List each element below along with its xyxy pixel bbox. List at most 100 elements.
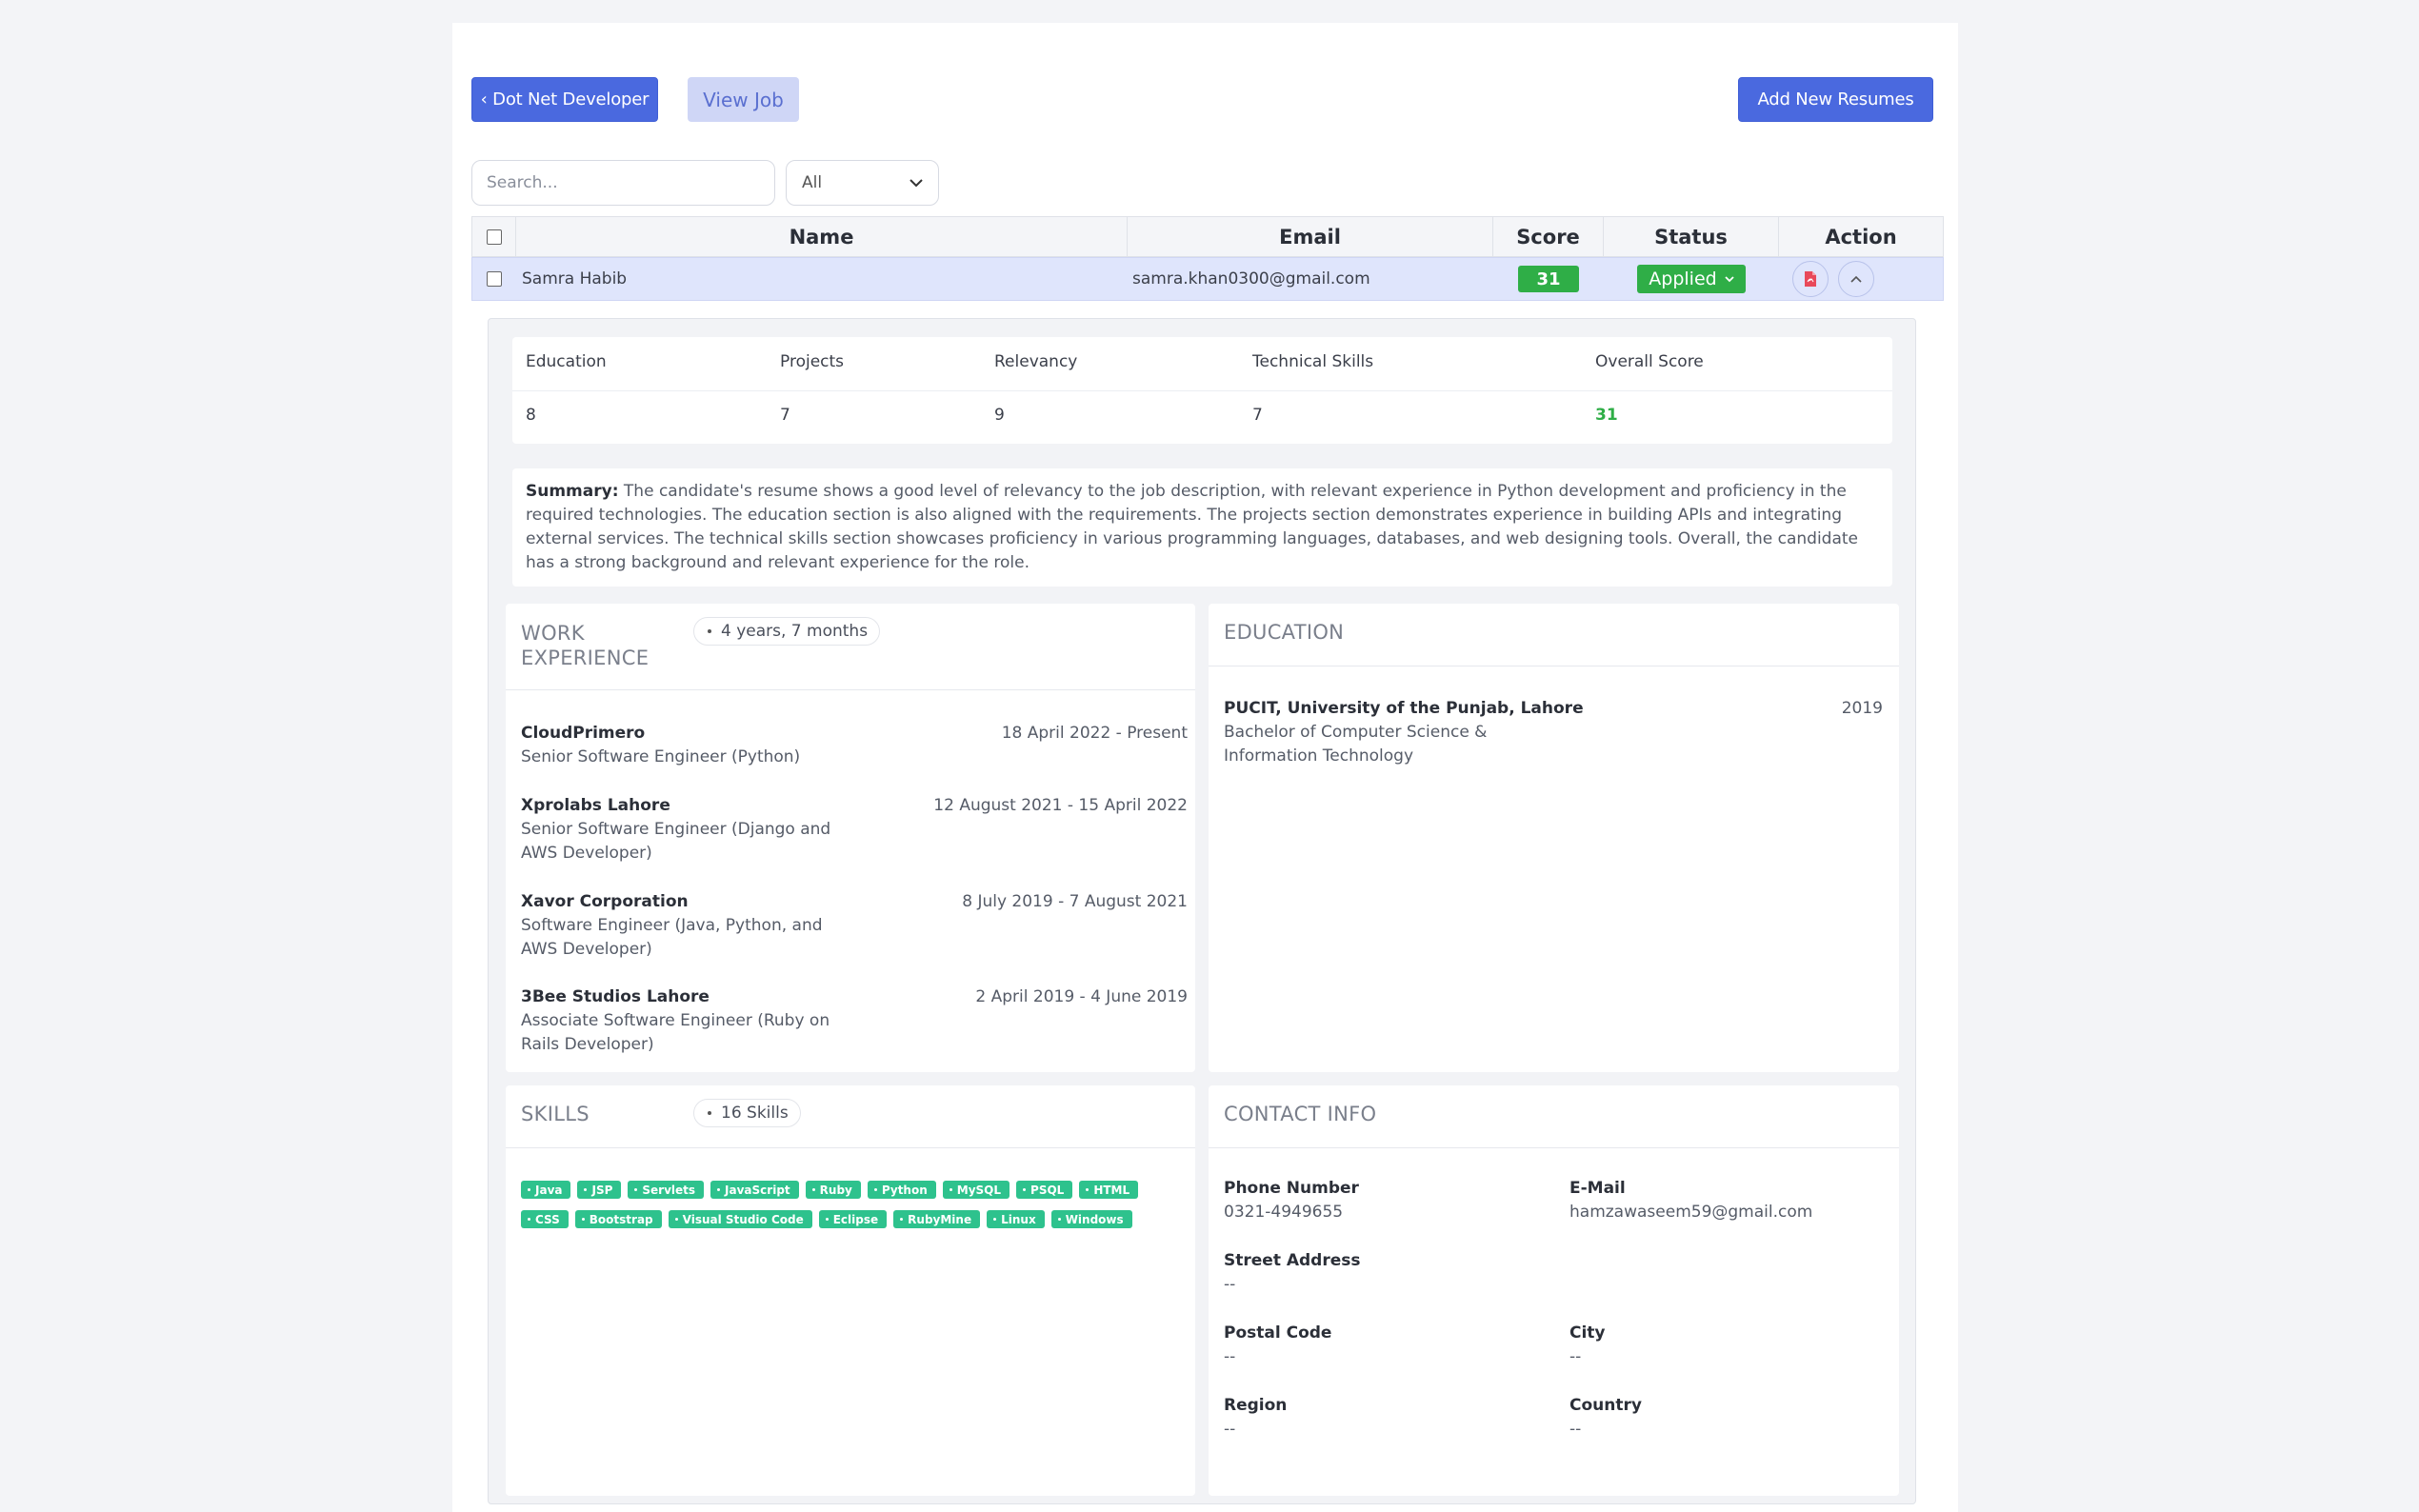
skill-tag: MySQL <box>942 1181 1010 1199</box>
job-dates: 8 July 2019 - 7 August 2021 <box>962 892 1188 911</box>
region-value: -- <box>1224 1420 1236 1439</box>
candidate-email: samra.khan0300@gmail.com <box>1132 269 1370 288</box>
add-new-resumes-button[interactable]: Add New Resumes <box>1738 77 1933 122</box>
skill-tag: HTML <box>1079 1181 1139 1199</box>
status-filter-select[interactable]: All <box>786 160 939 206</box>
status-filter-value: All <box>802 173 823 192</box>
skill-tag: RubyMine <box>893 1210 981 1228</box>
summary-label: Summary: <box>526 482 619 501</box>
pdf-file-icon <box>1805 271 1816 287</box>
score-cell: 31 <box>1493 258 1604 300</box>
skill-tag: Visual Studio Code <box>668 1210 812 1228</box>
education-title: EDUCATION <box>1224 621 1345 644</box>
summary-text: The candidate's resume shows a good leve… <box>526 482 1859 572</box>
score-header-relevancy: Relevancy <box>994 352 1078 371</box>
action-cell <box>1792 258 1874 300</box>
city-label: City <box>1569 1323 1606 1343</box>
postal-code-label: Postal Code <box>1224 1323 1332 1343</box>
status-column-header[interactable]: Status <box>1604 217 1779 256</box>
score-header-projects: Projects <box>780 352 845 371</box>
score-badge: 31 <box>1518 266 1579 292</box>
education-card: EDUCATION PUCIT, University of the Punja… <box>1209 604 1899 1072</box>
contact-info-card: CONTACT INFO Phone Number 0321-4949655 E… <box>1209 1085 1899 1496</box>
score-value-education: 8 <box>526 406 536 425</box>
skill-tag: Servlets <box>628 1181 705 1199</box>
status-label: Applied <box>1649 269 1717 289</box>
country-label: Country <box>1569 1396 1642 1415</box>
table-header: Name Email Score Status Action <box>471 216 1944 257</box>
chevron-down-icon <box>1725 275 1734 282</box>
summary-box: Summary: The candidate's resume shows a … <box>512 468 1892 587</box>
card-divider <box>506 1147 1195 1148</box>
status-cell: Applied <box>1604 258 1779 300</box>
job-entry: 3Bee Studios Lahore Associate Software E… <box>521 985 1188 1057</box>
email-label: E-Mail <box>1569 1179 1626 1198</box>
job-role: Associate Software Engineer (Ruby on Rai… <box>521 1011 830 1054</box>
street-address-label: Street Address <box>1224 1251 1361 1270</box>
skills-list: Java JSP Servlets JavaScript Ruby Python… <box>521 1181 1188 1228</box>
skill-tag: CSS <box>521 1210 569 1228</box>
education-entry: PUCIT, University of the Punjab, Lahore … <box>1224 697 1883 768</box>
skill-tag: Linux <box>987 1210 1045 1228</box>
score-breakdown: Education Projects Relevancy Technical S… <box>512 337 1892 444</box>
skills-card: SKILLS 16 Skills Java JSP Servlets JavaS… <box>506 1085 1195 1496</box>
job-dates: 18 April 2022 - Present <box>1001 724 1188 743</box>
contact-info-title: CONTACT INFO <box>1224 1103 1377 1125</box>
job-role: Senior Software Engineer (Django and AWS… <box>521 820 831 863</box>
phone-label: Phone Number <box>1224 1179 1359 1198</box>
skills-title: SKILLS <box>521 1103 590 1125</box>
skill-tag: Eclipse <box>818 1210 888 1228</box>
job-dates: 12 August 2021 - 15 April 2022 <box>933 796 1188 815</box>
email-column-header[interactable]: Email <box>1128 217 1493 256</box>
main-panel: ‹ Dot Net Developer View Job Add New Res… <box>452 23 1958 1512</box>
row-checkbox-cell <box>487 258 502 300</box>
job-entry: Xprolabs Lahore Senior Software Engineer… <box>521 794 1188 865</box>
education-year: 2019 <box>1841 699 1883 718</box>
search-input[interactable] <box>471 160 775 206</box>
skill-tag: Ruby <box>805 1181 861 1199</box>
work-experience-title: WORK EXPERIENCE <box>521 621 649 670</box>
score-column-header[interactable]: Score <box>1493 217 1604 256</box>
region-label: Region <box>1224 1396 1288 1415</box>
skills-count-badge: 16 Skills <box>693 1099 801 1127</box>
card-divider <box>1209 1147 1899 1148</box>
skill-tag: Java <box>521 1181 571 1199</box>
job-dates: 2 April 2019 - 4 June 2019 <box>975 987 1188 1006</box>
work-title-line2: EXPERIENCE <box>521 647 650 669</box>
row-checkbox[interactable] <box>487 271 502 287</box>
candidate-detail-panel: Education Projects Relevancy Technical S… <box>488 318 1916 1504</box>
country-value: -- <box>1569 1420 1582 1439</box>
action-column-header: Action <box>1825 225 1897 249</box>
card-divider <box>506 689 1195 690</box>
table-row[interactable]: Samra Habib samra.khan0300@gmail.com 31 … <box>471 257 1944 301</box>
score-header-education: Education <box>526 352 607 371</box>
select-all-cell <box>472 217 516 256</box>
score-value-overall: 31 <box>1595 406 1618 425</box>
candidate-name: Samra Habib <box>522 269 628 288</box>
job-role: Software Engineer (Java, Python, and AWS… <box>521 916 823 959</box>
skill-tag: JavaScript <box>710 1181 799 1199</box>
education-degree: Bachelor of Computer Science & Informati… <box>1224 723 1488 766</box>
collapse-row-button[interactable] <box>1838 261 1874 297</box>
street-address-value: -- <box>1224 1275 1236 1294</box>
status-dropdown[interactable]: Applied <box>1637 265 1746 293</box>
score-value-relevancy: 9 <box>994 406 1005 425</box>
work-experience-card: WORK EXPERIENCE 4 years, 7 months CloudP… <box>506 604 1195 1072</box>
score-value-technical-skills: 7 <box>1252 406 1263 425</box>
view-resume-pdf-button[interactable] <box>1792 261 1829 297</box>
view-job-button[interactable]: View Job <box>688 77 799 122</box>
job-role: Senior Software Engineer (Python) <box>521 747 801 766</box>
skill-tag: Bootstrap <box>574 1210 662 1228</box>
skill-tag: JSP <box>577 1181 622 1199</box>
postal-code-value: -- <box>1224 1347 1236 1366</box>
skill-tag: Windows <box>1050 1210 1132 1228</box>
experience-duration-badge: 4 years, 7 months <box>693 617 881 646</box>
back-to-job-button[interactable]: ‹ Dot Net Developer <box>471 77 658 122</box>
select-all-checkbox[interactable] <box>486 229 502 245</box>
job-entry: CloudPrimero Senior Software Engineer (P… <box>521 722 1188 769</box>
chevron-up-icon <box>1850 275 1862 283</box>
name-column-header[interactable]: Name <box>516 217 1128 256</box>
skill-tag: Python <box>867 1181 936 1199</box>
work-title-line1: WORK <box>521 622 585 645</box>
city-value: -- <box>1569 1347 1582 1366</box>
